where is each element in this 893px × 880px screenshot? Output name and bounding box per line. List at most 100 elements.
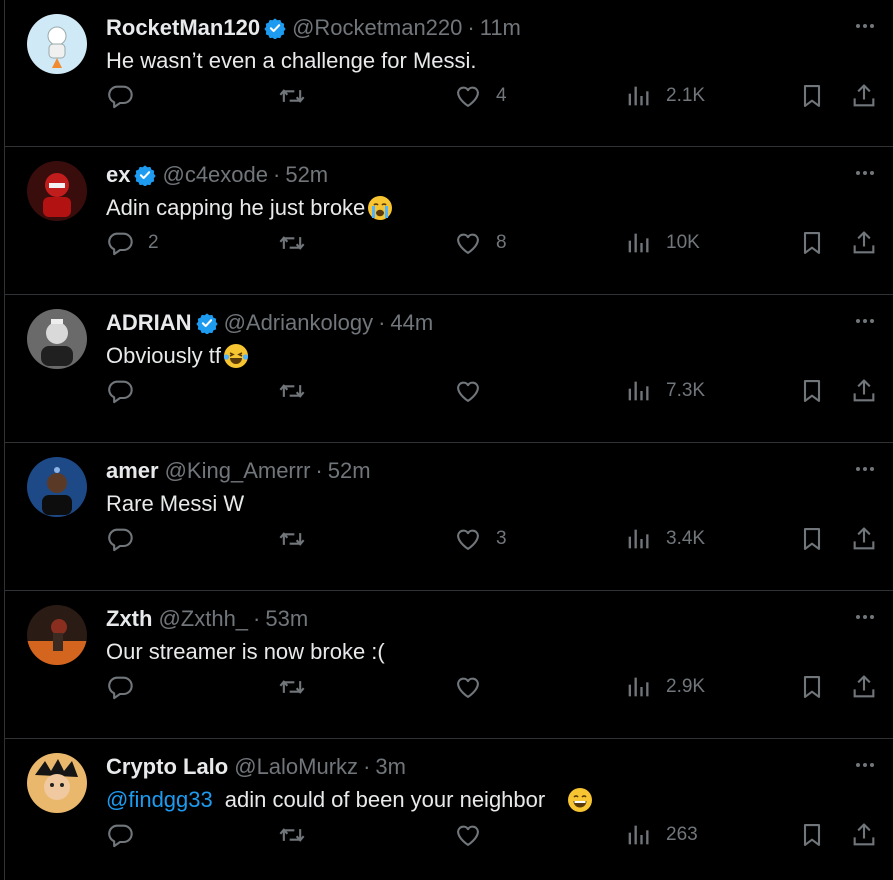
retweet-icon	[278, 821, 306, 849]
timestamp[interactable]: 11m	[480, 15, 521, 41]
user-handle[interactable]: @LaloMurkz	[234, 754, 358, 780]
more-icon[interactable]	[850, 753, 880, 777]
share-button[interactable]	[850, 375, 878, 407]
timestamp[interactable]: 44m	[390, 310, 433, 336]
like-button[interactable]: 3	[454, 523, 507, 555]
tweet-reply[interactable]: Zxth @Zxthh_ · 53m Our streamer is now b…	[5, 591, 893, 739]
display-name[interactable]: RocketMan120	[106, 15, 260, 41]
bookmark-button[interactable]	[798, 227, 826, 259]
reply-button[interactable]	[106, 375, 134, 407]
views-icon	[624, 821, 652, 849]
share-button[interactable]	[850, 227, 878, 259]
share-button[interactable]	[850, 671, 878, 703]
share-button[interactable]	[850, 80, 878, 112]
views-button[interactable]: 263	[624, 819, 698, 851]
timestamp[interactable]: 53m	[265, 606, 308, 632]
bookmark-icon	[798, 229, 826, 257]
timestamp[interactable]: 52m	[285, 162, 328, 188]
views-icon	[624, 525, 652, 553]
more-icon[interactable]	[850, 161, 880, 185]
views-icon	[624, 229, 652, 257]
tweet-text: Adin capping he just broke	[106, 195, 393, 221]
like-button[interactable]	[454, 375, 482, 407]
tweet-reply[interactable]: amer @King_Amerrr · 52m Rare Messi W 3 3…	[5, 443, 893, 591]
reply-icon	[106, 229, 134, 257]
retweet-button[interactable]	[278, 227, 306, 259]
bookmark-button[interactable]	[798, 375, 826, 407]
display-name[interactable]: Crypto Lalo	[106, 754, 228, 780]
crying-face-emoji	[367, 195, 393, 221]
separator-dot: ·	[378, 310, 386, 335]
share-icon	[850, 377, 878, 405]
heart-icon	[454, 821, 482, 849]
share-button[interactable]	[850, 523, 878, 555]
views-button[interactable]: 2.9K	[624, 671, 705, 703]
retweet-button[interactable]	[278, 819, 306, 851]
tweet-header: Zxth @Zxthh_ · 53m	[106, 606, 308, 632]
retweet-button[interactable]	[278, 375, 306, 407]
display-name[interactable]: amer	[106, 458, 159, 484]
share-button[interactable]	[850, 819, 878, 851]
like-button[interactable]: 4	[454, 80, 507, 112]
display-name[interactable]: ex	[106, 162, 130, 188]
retweet-icon	[278, 525, 306, 553]
reply-button[interactable]	[106, 523, 134, 555]
reply-button[interactable]: 2	[106, 227, 159, 259]
like-button[interactable]: 8	[454, 227, 507, 259]
reply-button[interactable]	[106, 819, 134, 851]
retweet-button[interactable]	[278, 671, 306, 703]
heart-icon	[454, 673, 482, 701]
timestamp[interactable]: 52m	[328, 458, 371, 484]
user-handle[interactable]: @Rocketman220	[292, 15, 462, 41]
timestamp[interactable]: 3m	[375, 754, 406, 780]
separator-dot: ·	[273, 162, 281, 187]
like-button[interactable]	[454, 819, 482, 851]
tweet-reply[interactable]: ex @c4exode · 52m Adin capping he just b…	[5, 147, 893, 295]
retweet-button[interactable]	[278, 80, 306, 112]
reply-icon	[106, 525, 134, 553]
views-button[interactable]: 3.4K	[624, 523, 705, 555]
avatar[interactable]	[27, 753, 87, 813]
views-button[interactable]: 10K	[624, 227, 700, 259]
tweet-reply[interactable]: RocketMan120 @Rocketman220 · 11m He wasn…	[5, 0, 893, 147]
display-name[interactable]: Zxth	[106, 606, 152, 632]
mention-link[interactable]: @findgg33	[106, 787, 213, 813]
reply-button[interactable]	[106, 80, 134, 112]
bookmark-button[interactable]	[798, 819, 826, 851]
views-count: 2.9K	[666, 676, 706, 697]
more-icon[interactable]	[850, 605, 880, 629]
user-handle[interactable]: @King_Amerrr	[165, 458, 311, 484]
avatar[interactable]	[27, 605, 87, 665]
verified-badge-icon	[134, 164, 157, 186]
more-icon[interactable]	[850, 457, 880, 481]
user-handle[interactable]: @Adriankology	[224, 310, 374, 336]
avatar[interactable]	[27, 161, 87, 221]
tweet-reply[interactable]: Crypto Lalo @LaloMurkz · 3m @findgg33 adi…	[5, 739, 893, 880]
like-button[interactable]	[454, 671, 482, 703]
reply-button[interactable]	[106, 671, 134, 703]
bookmark-button[interactable]	[798, 80, 826, 112]
reply-icon	[106, 82, 134, 110]
views-count: 10K	[666, 232, 700, 253]
retweet-button[interactable]	[278, 523, 306, 555]
separator-dot: ·	[253, 606, 261, 631]
avatar[interactable]	[27, 14, 87, 74]
user-handle[interactable]: @c4exode	[162, 162, 268, 188]
user-handle[interactable]: @Zxthh_	[158, 606, 248, 632]
more-icon[interactable]	[850, 309, 880, 333]
likes-count: 3	[496, 528, 507, 549]
display-name[interactable]: ADRIAN	[106, 310, 192, 336]
bookmark-button[interactable]	[798, 671, 826, 703]
views-button[interactable]: 2.1K	[624, 80, 705, 112]
likes-count: 4	[496, 85, 507, 106]
avatar[interactable]	[27, 309, 87, 369]
views-count: 3.4K	[666, 528, 706, 549]
bookmark-button[interactable]	[798, 523, 826, 555]
grinning-face-emoji	[567, 787, 593, 813]
avatar[interactable]	[27, 457, 87, 517]
views-button[interactable]: 7.3K	[624, 375, 705, 407]
more-icon[interactable]	[850, 14, 880, 38]
retweet-icon	[278, 673, 306, 701]
separator-dot: ·	[467, 15, 475, 40]
tweet-reply[interactable]: ADRIAN @Adriankology · 44m Obviously tf …	[5, 295, 893, 443]
